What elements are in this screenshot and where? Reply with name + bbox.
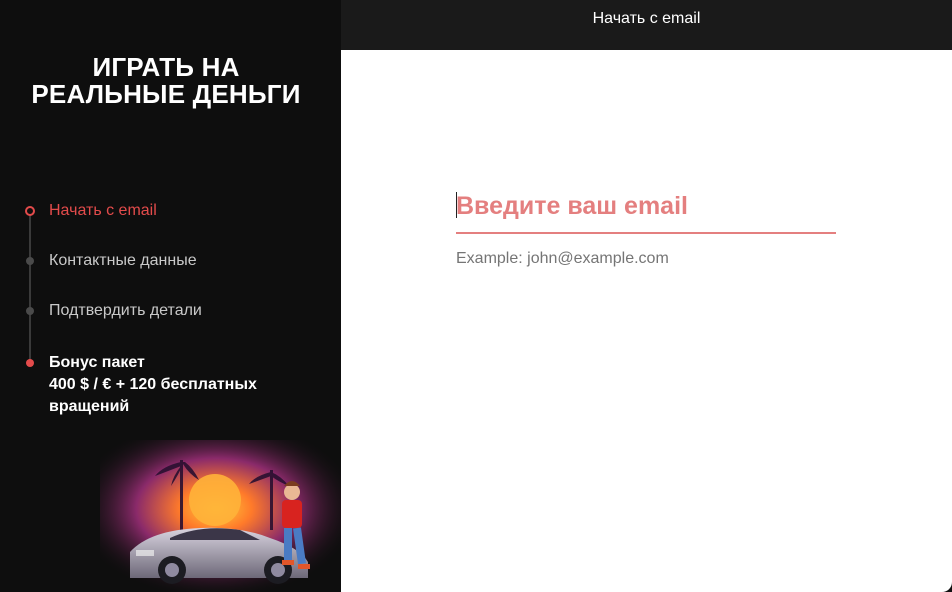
main-panel: Начать с email Example: john@example.com: [341, 0, 952, 592]
sidebar: ИГРАТЬ НА РЕАЛЬНЫЕ ДЕНЬГИ Начать с email…: [0, 0, 341, 592]
steps-connector-line: [29, 212, 31, 362]
step-label: Подтвердить детали: [49, 302, 202, 319]
step-label: Контактные данные: [49, 252, 197, 269]
email-input[interactable]: [456, 180, 836, 234]
promo-car-illustration: [100, 440, 341, 592]
bonus-label: Бонус пакет 400 $ / € + 120 бесплатных в…: [49, 352, 257, 418]
sidebar-title: ИГРАТЬ НА РЕАЛЬНЫЕ ДЕНЬГИ: [0, 54, 332, 108]
step-active-circle-icon: [25, 206, 35, 216]
text-caret: [456, 192, 457, 218]
step-dot-icon: [26, 257, 34, 265]
bonus-line3: вращений: [49, 398, 130, 415]
step-dot-icon: [26, 307, 34, 315]
email-hint: Example: john@example.com: [456, 250, 669, 267]
bonus-line1: Бонус пакет: [49, 354, 145, 371]
sidebar-title-line2: РЕАЛЬНЫЕ ДЕНЬГИ: [31, 79, 301, 109]
page-title: Начать с email: [592, 10, 701, 27]
bonus-dot-icon: [26, 359, 34, 367]
sidebar-title-line1: ИГРАТЬ НА: [92, 52, 240, 82]
bonus-line2: 400 $ / € + 120 бесплатных: [49, 376, 257, 393]
top-bar: Начать с email: [341, 0, 952, 50]
email-form: Example: john@example.com: [456, 180, 836, 267]
step-label: Начать с email: [49, 202, 157, 219]
